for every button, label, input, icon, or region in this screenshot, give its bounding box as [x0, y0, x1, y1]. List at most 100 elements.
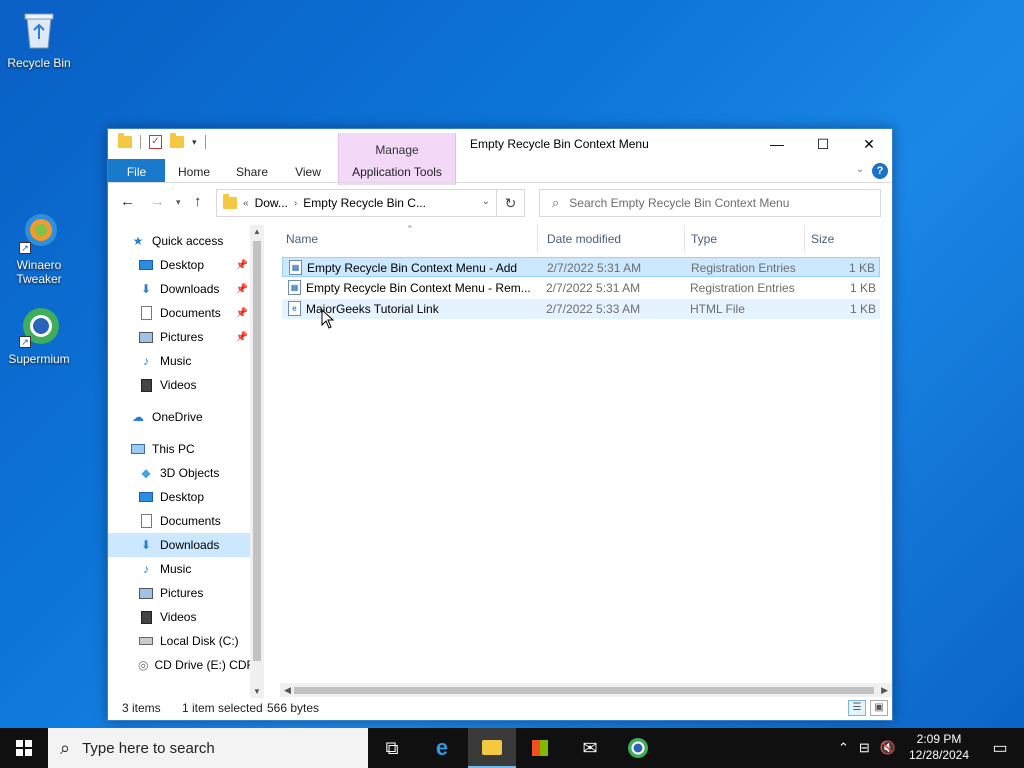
sidebar-item-pictures[interactable]: Pictures 📌 [138, 325, 250, 349]
new-folder-icon[interactable] [170, 133, 184, 148]
tab-view[interactable]: View [280, 159, 336, 182]
close-button[interactable]: ✕ [846, 129, 892, 159]
registry-file-icon: ▦ [288, 280, 301, 295]
column-header-type[interactable]: Type [685, 225, 805, 253]
system-tray: ⌃ ⊟ 🔇 [838, 728, 896, 768]
navpane-scrollbar[interactable]: ▲ ▼ [250, 225, 264, 698]
title-bar: ✓ ▾ Manage Empty Recycle Bin Context Men… [108, 129, 892, 185]
refresh-button[interactable]: ↻ [497, 189, 525, 217]
supermium-taskbar-icon[interactable] [614, 728, 662, 768]
recent-locations-icon[interactable]: ▾ [176, 197, 181, 208]
up-button[interactable]: ↑ [194, 193, 202, 210]
large-icons-view-icon[interactable]: ▣ [870, 700, 888, 716]
file-row[interactable]: ▦ Empty Recycle Bin Context Menu - Rem..… [282, 278, 880, 298]
desktop-icon-supermium[interactable]: ↗ Supermium [4, 304, 74, 366]
sidebar-item-label: Local Disk (C:) [160, 634, 239, 648]
tab-share[interactable]: Share [224, 159, 280, 182]
quick-access-toolbar: ✓ ▾ [118, 133, 206, 149]
network-icon[interactable]: ⊟ [859, 740, 870, 756]
sidebar-item-documents-pc[interactable]: Documents [138, 509, 250, 533]
sidebar-item-this-pc[interactable]: This PC [130, 437, 266, 461]
sidebar-item-videos-pc[interactable]: Videos [138, 605, 250, 629]
customize-toolbar-icon[interactable]: ▾ [192, 137, 197, 148]
videos-icon [138, 378, 154, 392]
forward-button[interactable]: → [150, 193, 165, 210]
scroll-up-icon[interactable]: ▲ [250, 227, 264, 236]
details-view-icon[interactable]: ☰ [848, 700, 866, 716]
search-input[interactable]: ⌕ Search Empty Recycle Bin Context Menu [539, 189, 881, 217]
sidebar-item-onedrive[interactable]: ☁ OneDrive [130, 405, 266, 429]
chevron-down-icon[interactable]: ⌄ [482, 196, 490, 207]
divider [204, 135, 206, 149]
volume-muted-icon[interactable]: 🔇 [880, 740, 896, 756]
sidebar-item-desktop[interactable]: Desktop 📌 [138, 253, 250, 277]
desktop-icon-recycle-bin[interactable]: Recycle Bin [4, 8, 74, 70]
scroll-down-icon[interactable]: ▼ [250, 687, 264, 696]
sidebar-item-label: This PC [152, 442, 195, 456]
column-header-date[interactable]: Date modified [541, 225, 685, 253]
navigation-pane: ★ Quick access Desktop 📌 ⬇ Downloads 📌 D… [108, 225, 266, 698]
sidebar-item-downloads[interactable]: ⬇ Downloads 📌 [138, 277, 250, 301]
sidebar-item-label: Videos [160, 610, 197, 624]
sidebar-item-local-disk[interactable]: Local Disk (C:) [138, 629, 250, 653]
column-label: Size [811, 232, 835, 246]
sidebar-item-cd-drive[interactable]: ◎ CD Drive (E:) CDR [138, 653, 250, 677]
desktop-icon-winaero-tweaker[interactable]: ↗ Winaero Tweaker [4, 210, 74, 286]
scrollbar-thumb[interactable] [253, 241, 261, 661]
breadcrumb-overflow[interactable]: « [243, 198, 249, 209]
tab-file[interactable]: File [108, 159, 165, 182]
back-button[interactable]: ← [120, 193, 135, 210]
scroll-left-icon[interactable]: ◀ [284, 683, 291, 697]
sidebar-item-music-pc[interactable]: ♪ Music [138, 557, 250, 581]
windows-logo-icon [16, 740, 32, 756]
sidebar-item-3d-objects[interactable]: ◆ 3D Objects [138, 461, 250, 485]
cd-drive-icon: ◎ [138, 658, 149, 672]
task-view-icon[interactable]: ⧉ [368, 728, 416, 768]
sidebar-item-videos[interactable]: Videos [138, 373, 250, 397]
sidebar-item-label: Music [160, 562, 192, 576]
sidebar-item-desktop-pc[interactable]: Desktop [138, 485, 250, 509]
mail-icon[interactable]: ✉ [566, 728, 614, 768]
tab-application-tools[interactable]: Application Tools [338, 159, 456, 182]
taskbar-search-input[interactable]: ⌕ Type here to search [48, 728, 368, 768]
file-row[interactable]: ▦ Empty Recycle Bin Context Menu - Add 2… [282, 257, 880, 277]
file-type: HTML File [690, 302, 745, 316]
taskbar-search-placeholder: Type here to search [82, 739, 215, 757]
expand-ribbon-icon[interactable]: ⌄ [856, 164, 864, 175]
sidebar-item-label: Downloads [160, 538, 220, 552]
minimize-button[interactable]: — [754, 129, 800, 159]
file-explorer-icon[interactable] [468, 728, 516, 768]
notifications-icon[interactable]: ▭ [980, 728, 1020, 768]
sidebar-item-music[interactable]: ♪ Music [138, 349, 250, 373]
scrollbar-thumb[interactable] [294, 687, 874, 694]
file-date: 2/7/2022 5:31 AM [546, 281, 641, 295]
clock[interactable]: 2:09 PM 12/28/2024 [906, 731, 972, 763]
edge-browser-icon[interactable]: e [418, 728, 466, 768]
show-hidden-icons-icon[interactable]: ⌃ [838, 740, 849, 756]
column-header-name[interactable]: Name ⌃ [280, 224, 538, 253]
start-button[interactable] [0, 728, 48, 768]
ribbon-tabs: File Home Share View Application Tools ⌄… [108, 159, 892, 183]
sidebar-item-documents[interactable]: Documents 📌 [138, 301, 250, 325]
column-label: Name [286, 232, 319, 246]
file-list: Name ⌃ Date modified Type Size ▦ Empty R… [280, 224, 892, 680]
maximize-button[interactable]: ☐ [800, 129, 846, 159]
breadcrumb-item[interactable]: Empty Recycle Bin C... [303, 196, 426, 210]
microsoft-store-icon[interactable] [516, 728, 564, 768]
file-row[interactable]: e MajorGeeks Tutorial Link 2/7/2022 5:33… [282, 299, 880, 319]
column-header-size[interactable]: Size [805, 225, 884, 253]
sidebar-item-quick-access[interactable]: ★ Quick access [130, 229, 266, 253]
tab-home[interactable]: Home [166, 159, 222, 182]
file-date: 2/7/2022 5:33 AM [546, 302, 641, 316]
breadcrumb-item[interactable]: Dow... [255, 196, 288, 210]
file-explorer-window: ✓ ▾ Manage Empty Recycle Bin Context Men… [107, 128, 893, 721]
file-list-horizontal-scrollbar[interactable]: ◀ ▶ [280, 683, 892, 697]
column-label: Date modified [547, 232, 622, 246]
address-bar[interactable]: « Dow... › Empty Recycle Bin C... ⌄ [216, 189, 497, 217]
sidebar-item-downloads-pc[interactable]: ⬇ Downloads [108, 533, 250, 557]
help-icon[interactable]: ? [872, 163, 888, 179]
properties-icon[interactable]: ✓ [149, 135, 162, 149]
sidebar-item-pictures-pc[interactable]: Pictures [138, 581, 250, 605]
scroll-right-icon[interactable]: ▶ [881, 683, 888, 697]
sidebar-item-label: Pictures [160, 330, 204, 344]
